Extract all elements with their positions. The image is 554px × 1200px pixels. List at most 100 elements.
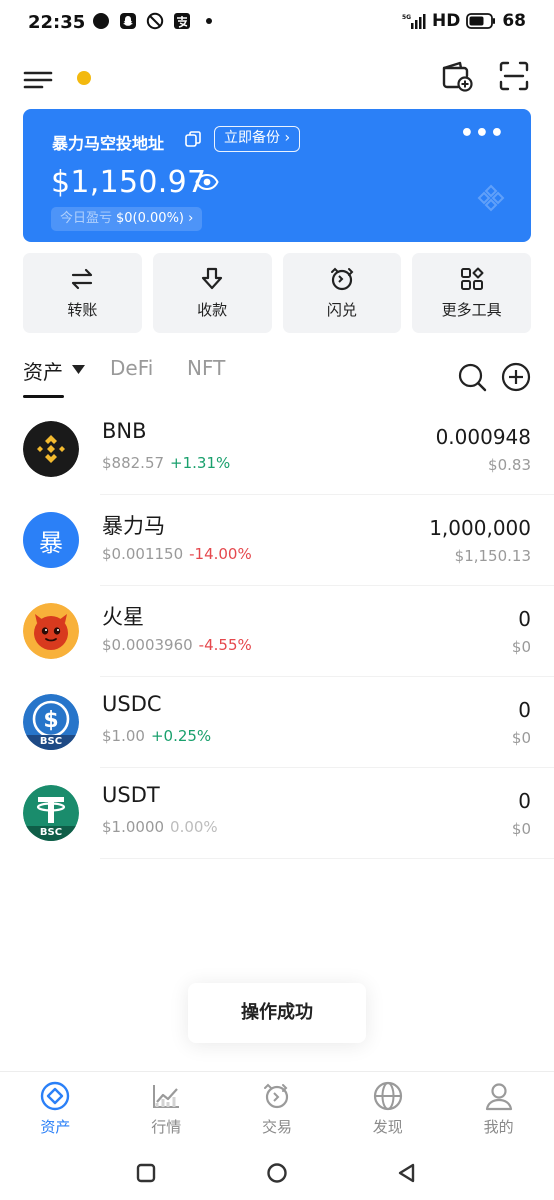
- wallet-card[interactable]: 暴力马空投地址 立即备份 › ••• $1,150.97 今日盈亏 $0(0.00…: [23, 109, 531, 242]
- transfer-button[interactable]: 转账: [23, 253, 142, 333]
- baolima-icon: 暴: [23, 512, 79, 568]
- battery-icon: [466, 13, 496, 29]
- daily-pnl[interactable]: 今日盈亏 $0(0.00%) ›: [51, 207, 203, 231]
- tab-defi[interactable]: DeFi: [110, 356, 153, 380]
- nav-trade[interactable]: 交易: [222, 1072, 333, 1147]
- chevron-right-icon: ›: [284, 130, 291, 146]
- token-price-line: $1.0000 0.00%: [102, 818, 218, 836]
- receive-icon: [202, 267, 223, 290]
- snapchat-icon: [119, 12, 137, 30]
- recent-apps-icon[interactable]: [134, 1161, 158, 1185]
- nav-discover[interactable]: 发现: [332, 1072, 443, 1147]
- transfer-icon: [72, 268, 93, 290]
- more-tools-button[interactable]: 更多工具: [412, 253, 531, 333]
- profile-icon: [485, 1083, 512, 1111]
- receive-label: 收款: [197, 301, 228, 319]
- transfer-label: 转账: [67, 301, 98, 319]
- svg-text:$: $: [43, 708, 58, 733]
- token-amount: 0: [518, 698, 531, 722]
- swap-icon: [330, 267, 354, 291]
- usdc-chain-badge: BSC: [39, 736, 63, 747]
- receive-button[interactable]: 收款: [152, 253, 272, 333]
- copy-icon[interactable]: [184, 130, 202, 148]
- home-icon[interactable]: [265, 1161, 289, 1185]
- token-row[interactable]: 暴 暴力马 $0.001150 -14.00% 1,000,000 $1,150.…: [0, 495, 554, 586]
- token-price-line: $0.001150 -14.00%: [102, 545, 252, 563]
- asset-tabs: 资产 DeFi NFT: [23, 352, 531, 400]
- token-value: $0: [511, 638, 531, 656]
- tab-assets[interactable]: 资产: [23, 356, 63, 385]
- back-icon[interactable]: [395, 1161, 419, 1185]
- token-name: BNB: [102, 419, 147, 443]
- token-amount: 0: [518, 607, 531, 631]
- status-right: 5G HD 68: [402, 11, 526, 31]
- backup-button[interactable]: 立即备份 ›: [214, 126, 301, 152]
- tab-underline: [23, 395, 64, 398]
- card-more-button[interactable]: •••: [460, 121, 505, 146]
- token-amount: 1,000,000: [429, 516, 531, 540]
- nav-market[interactable]: 行情: [111, 1072, 222, 1147]
- bottom-nav: 资产 行情 交易 发现 我的: [0, 1071, 554, 1147]
- token-amount: 0.000948: [435, 425, 531, 449]
- swap-label: 闪兑: [326, 301, 357, 319]
- nav-profile[interactable]: 我的: [443, 1072, 554, 1147]
- token-change: +0.25%: [150, 727, 212, 745]
- scan-button[interactable]: [496, 58, 532, 94]
- bnb-icon: [23, 421, 79, 477]
- baolima-icon-text: 暴: [39, 528, 63, 557]
- add-wallet-button[interactable]: [438, 58, 474, 94]
- nav-profile-label: 我的: [483, 1118, 514, 1136]
- scan-icon: [499, 61, 529, 91]
- token-change: -4.55%: [198, 636, 252, 654]
- market-icon: [153, 1085, 180, 1108]
- status-time: 22:35: [28, 12, 86, 33]
- caret-down-icon[interactable]: [72, 365, 85, 374]
- token-price: $0.0003960: [102, 636, 193, 654]
- token-amount: 0: [518, 789, 531, 813]
- token-value: $0: [511, 729, 531, 747]
- token-name: USDC: [102, 692, 162, 716]
- blocked-icon: [146, 12, 164, 30]
- signal-icon: 5G: [402, 14, 426, 29]
- bnb-watermark-icon: [476, 183, 506, 213]
- nav-market-label: 行情: [151, 1118, 182, 1136]
- swap-button[interactable]: 闪兑: [282, 253, 402, 333]
- add-token-icon[interactable]: [501, 362, 531, 392]
- usdt-icon: BSC: [23, 785, 79, 841]
- tab-nft[interactable]: NFT: [187, 356, 225, 380]
- token-row[interactable]: 火星 $0.0003960 -4.55% 0 $0: [0, 586, 554, 677]
- nav-trade-label: 交易: [261, 1118, 292, 1136]
- token-price: $0.001150: [102, 545, 184, 563]
- nav-assets[interactable]: 资产: [0, 1072, 111, 1147]
- mars-devil-icon: [23, 603, 79, 659]
- token-price-line: $1.00 +0.25%: [102, 727, 211, 745]
- notification-dot: [77, 71, 91, 85]
- usdt-chain-badge: BSC: [39, 827, 63, 838]
- menu-button[interactable]: [22, 64, 54, 96]
- system-nav-bar: [0, 1148, 554, 1200]
- chat-bubble-icon: [92, 12, 110, 30]
- dot-icon: [200, 12, 218, 30]
- token-value: $0: [511, 820, 531, 838]
- token-value: $1,150.13: [454, 547, 531, 565]
- status-bar: 22:35 5G HD 68: [0, 0, 554, 46]
- search-icon[interactable]: [457, 362, 487, 392]
- nav-discover-label: 发现: [372, 1118, 403, 1136]
- token-list: BNB $882.57 +1.31% 0.000948 $0.83 暴 暴力马 $…: [0, 404, 554, 859]
- quick-actions: 转账 收款 闪兑 更多工具: [23, 253, 531, 333]
- token-row[interactable]: $ BSC USDC $1.00 +0.25% 0 $0: [0, 677, 554, 768]
- token-value: $0.83: [488, 456, 531, 474]
- chevron-right-icon: ›: [188, 211, 194, 226]
- token-row[interactable]: BSC USDT $1.0000 0.00% 0 $0: [0, 768, 554, 859]
- token-price: $1.00: [102, 727, 145, 745]
- eye-icon[interactable]: [195, 172, 219, 192]
- token-name: 暴力马: [102, 514, 165, 538]
- wallet-add-icon: [442, 61, 473, 92]
- more-tools-label: 更多工具: [441, 301, 502, 319]
- alipay-icon: [173, 12, 191, 30]
- token-price-line: $882.57 +1.31%: [102, 454, 230, 472]
- assets-icon: [41, 1081, 70, 1111]
- token-price: $882.57: [102, 454, 165, 472]
- svg-text:5G: 5G: [402, 14, 411, 21]
- token-row[interactable]: BNB $882.57 +1.31% 0.000948 $0.83: [0, 404, 554, 495]
